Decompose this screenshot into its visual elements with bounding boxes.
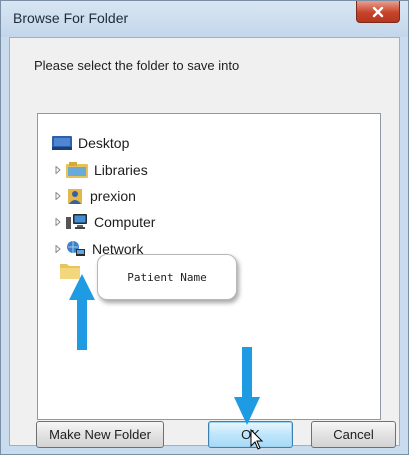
tree-item-label: Computer bbox=[94, 214, 156, 230]
title-bar[interactable]: Browse For Folder bbox=[1, 1, 408, 37]
tree-item-libraries[interactable]: Libraries bbox=[52, 158, 148, 182]
expand-arrow-icon[interactable] bbox=[52, 245, 64, 253]
desktop-icon bbox=[52, 136, 72, 150]
folder-name-tooltip: Patient Name bbox=[97, 254, 237, 300]
expand-arrow-icon[interactable] bbox=[52, 192, 64, 200]
tree-item-label: prexion bbox=[90, 188, 136, 204]
close-button[interactable] bbox=[356, 1, 400, 23]
tree-item-label: Libraries bbox=[94, 162, 148, 178]
make-new-folder-button[interactable]: Make New Folder bbox=[36, 421, 164, 448]
tree-item-prexion[interactable]: prexion bbox=[52, 184, 136, 208]
folder-tree[interactable]: Desktop Libraries prexion Computer Netwo… bbox=[37, 113, 381, 420]
annotation-arrow-up-icon bbox=[69, 274, 95, 350]
tree-item-label: Desktop bbox=[78, 135, 130, 151]
annotation-arrow-down-icon bbox=[234, 347, 260, 425]
dialog-body: Please select the folder to save into De… bbox=[9, 37, 400, 448]
tree-item-desktop[interactable]: Desktop bbox=[52, 131, 129, 155]
user-folder-icon bbox=[66, 187, 84, 205]
tree-item-computer[interactable]: Computer bbox=[52, 210, 155, 234]
expand-arrow-icon[interactable] bbox=[52, 218, 64, 226]
expand-arrow-icon[interactable] bbox=[52, 166, 64, 174]
network-icon bbox=[66, 240, 86, 258]
mouse-cursor-icon bbox=[250, 429, 264, 450]
browse-for-folder-dialog: Browse For Folder Please select the fold… bbox=[0, 0, 409, 455]
window-title: Browse For Folder bbox=[13, 10, 129, 26]
libraries-icon bbox=[66, 162, 88, 178]
close-icon bbox=[372, 6, 384, 17]
instruction-text: Please select the folder to save into bbox=[34, 58, 240, 73]
cancel-button[interactable]: Cancel bbox=[311, 421, 396, 448]
computer-icon bbox=[66, 213, 88, 231]
